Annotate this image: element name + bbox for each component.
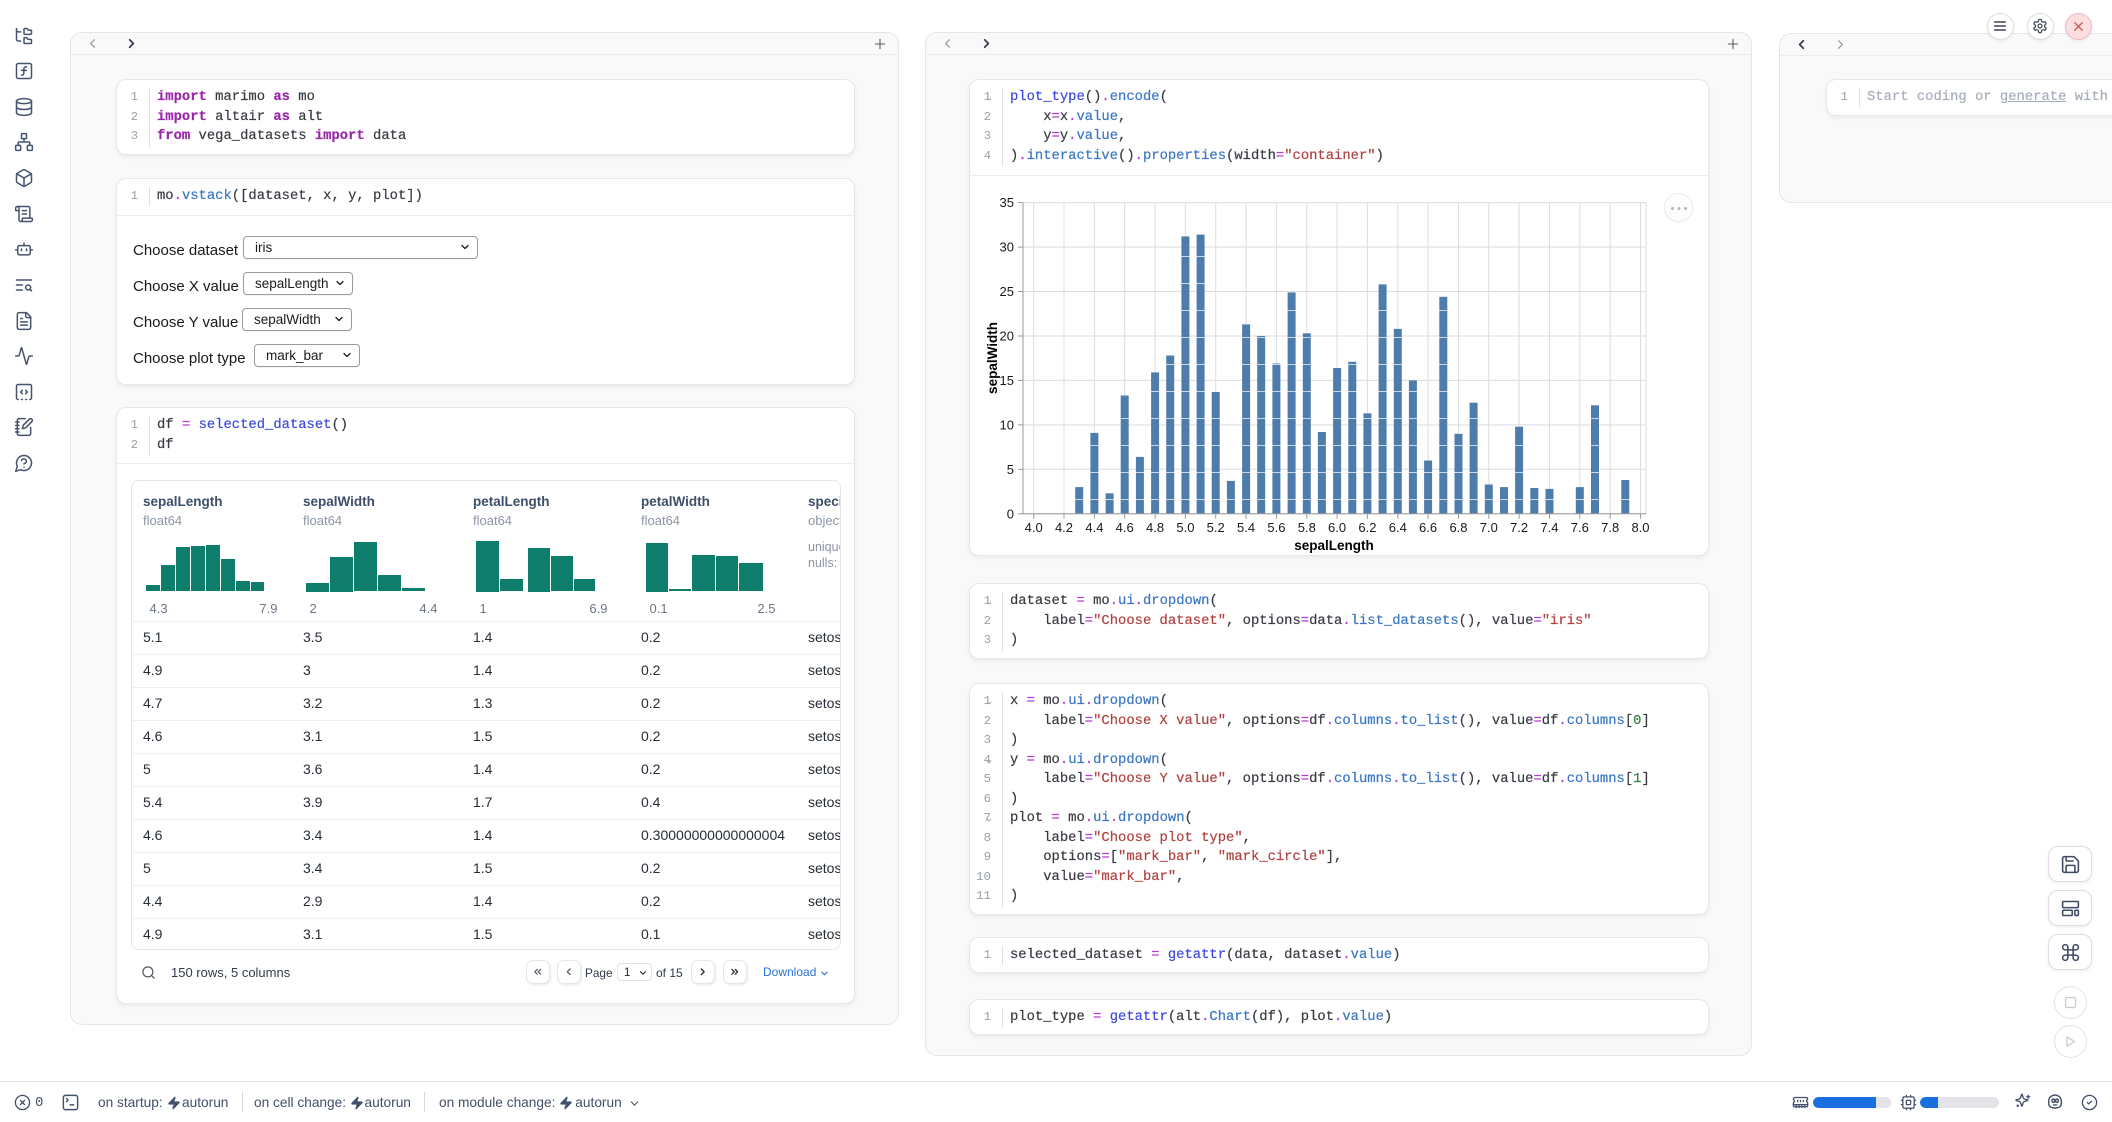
svg-text:25: 25: [1000, 284, 1014, 299]
svg-text:4.8: 4.8: [1146, 520, 1164, 535]
svg-text:sepalWidth: sepalWidth: [985, 322, 1000, 394]
svg-text:15: 15: [1000, 373, 1014, 388]
svg-text:6.8: 6.8: [1449, 520, 1467, 535]
svg-text:6.2: 6.2: [1358, 520, 1376, 535]
svg-text:4.4: 4.4: [1085, 520, 1103, 535]
svg-text:5.2: 5.2: [1207, 520, 1225, 535]
svg-text:7.2: 7.2: [1510, 520, 1528, 535]
svg-text:5: 5: [1007, 462, 1014, 477]
svg-text:5.8: 5.8: [1298, 520, 1316, 535]
svg-text:sepalLength: sepalLength: [1294, 538, 1374, 553]
svg-text:4.2: 4.2: [1055, 520, 1073, 535]
svg-text:5.0: 5.0: [1176, 520, 1194, 535]
svg-text:6.0: 6.0: [1328, 520, 1346, 535]
svg-text:6.6: 6.6: [1419, 520, 1437, 535]
svg-text:30: 30: [1000, 240, 1014, 255]
svg-text:4.6: 4.6: [1116, 520, 1134, 535]
svg-text:8.0: 8.0: [1631, 520, 1649, 535]
svg-text:0: 0: [1007, 506, 1014, 521]
svg-text:7.4: 7.4: [1540, 520, 1558, 535]
svg-text:5.4: 5.4: [1237, 520, 1255, 535]
svg-text:10: 10: [1000, 417, 1014, 432]
svg-text:4.0: 4.0: [1025, 520, 1043, 535]
svg-text:35: 35: [1000, 195, 1014, 210]
svg-text:6.4: 6.4: [1389, 520, 1407, 535]
svg-text:7.8: 7.8: [1601, 520, 1619, 535]
svg-text:20: 20: [1000, 329, 1014, 344]
svg-text:7.6: 7.6: [1571, 520, 1589, 535]
svg-text:5.6: 5.6: [1267, 520, 1285, 535]
svg-text:7.0: 7.0: [1480, 520, 1498, 535]
